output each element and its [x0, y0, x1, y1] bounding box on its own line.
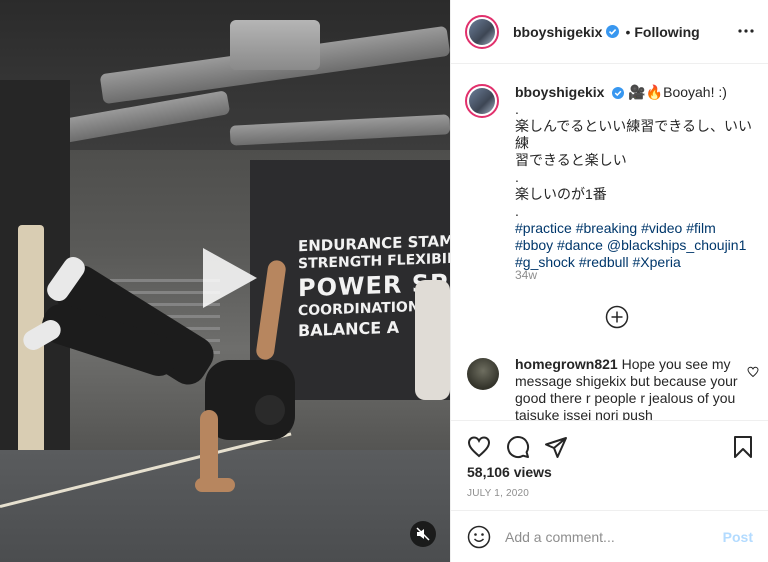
caption-avatar[interactable]: [465, 84, 499, 118]
comment-text: homegrown821 Hope you see my message shi…: [515, 356, 743, 420]
play-icon[interactable]: [199, 246, 259, 310]
header-user-row: bboyshigekix • Following: [513, 24, 700, 40]
commenter-avatar[interactable]: [467, 358, 499, 390]
comment-input[interactable]: [505, 525, 715, 549]
author-username[interactable]: bboyshigekix: [513, 24, 602, 40]
caption-hashtags[interactable]: #practice #breaking #video #film: [515, 220, 761, 237]
header-separator: •: [625, 23, 631, 40]
mute-button[interactable]: [410, 521, 436, 547]
comment-item: homegrown821 Hope you see my message shi…: [465, 356, 765, 420]
emoji-icon[interactable]: [467, 525, 491, 549]
action-bar: [451, 420, 768, 470]
comment-icon[interactable]: [506, 435, 530, 459]
caption-username[interactable]: bboyshigekix: [515, 84, 604, 100]
post-header: bboyshigekix • Following: [451, 0, 768, 64]
post-comment-button[interactable]: Post: [723, 529, 753, 545]
verified-badge-icon: [606, 25, 620, 38]
caption-line: 楽しいのが1番: [515, 186, 607, 202]
caption-text: bboyshigekix 🎥🔥Booyah! :) . 楽しんでるといい練習でき…: [515, 84, 761, 271]
caption-line: .: [515, 169, 519, 185]
caption-line: 楽しんでるといい練習できるし、いい練: [515, 118, 753, 151]
caption-hashtags[interactable]: #g_shock #redbull #Xperia: [515, 254, 761, 271]
caption-line: 🎥🔥Booyah! :): [628, 84, 727, 100]
dancer-hand: [195, 478, 235, 492]
video-floor: [0, 450, 450, 562]
heart-icon[interactable]: [467, 435, 491, 459]
comment-like-icon[interactable]: [747, 366, 759, 378]
load-more-comments-icon[interactable]: [605, 305, 629, 329]
share-icon[interactable]: [544, 435, 568, 459]
caption-line: .: [515, 101, 519, 117]
dancer-head: [255, 395, 285, 425]
add-comment-bar: Post: [451, 510, 768, 562]
following-button[interactable]: Following: [634, 24, 699, 40]
verified-badge-icon: [612, 87, 625, 99]
post-date[interactable]: JULY 1, 2020: [467, 488, 529, 499]
more-options-icon[interactable]: [737, 22, 755, 40]
muted-speaker-icon: [416, 527, 430, 541]
video-duct: [230, 20, 320, 70]
view-count[interactable]: 58,106 views: [467, 464, 552, 480]
caption-line: .: [515, 203, 519, 219]
post-video[interactable]: ENDURANCE STAMINA STRENGTH FLEXIBILI POW…: [0, 0, 450, 562]
author-avatar[interactable]: [465, 14, 499, 49]
bookmark-icon[interactable]: [731, 435, 755, 459]
caption-hashtags[interactable]: #bboy #dance @blackships_choujin1: [515, 237, 761, 254]
post-side-panel: bboyshigekix • Following bboyshigekix 🎥🔥…: [450, 0, 768, 562]
caption-line-first: bboyshigekix 🎥🔥Booyah! :): [515, 84, 761, 101]
commenter-username[interactable]: homegrown821: [515, 356, 618, 372]
caption-line: 習できると楽しい: [515, 152, 627, 168]
video-bystander: [415, 280, 450, 400]
caption-age[interactable]: 34w: [515, 268, 537, 282]
